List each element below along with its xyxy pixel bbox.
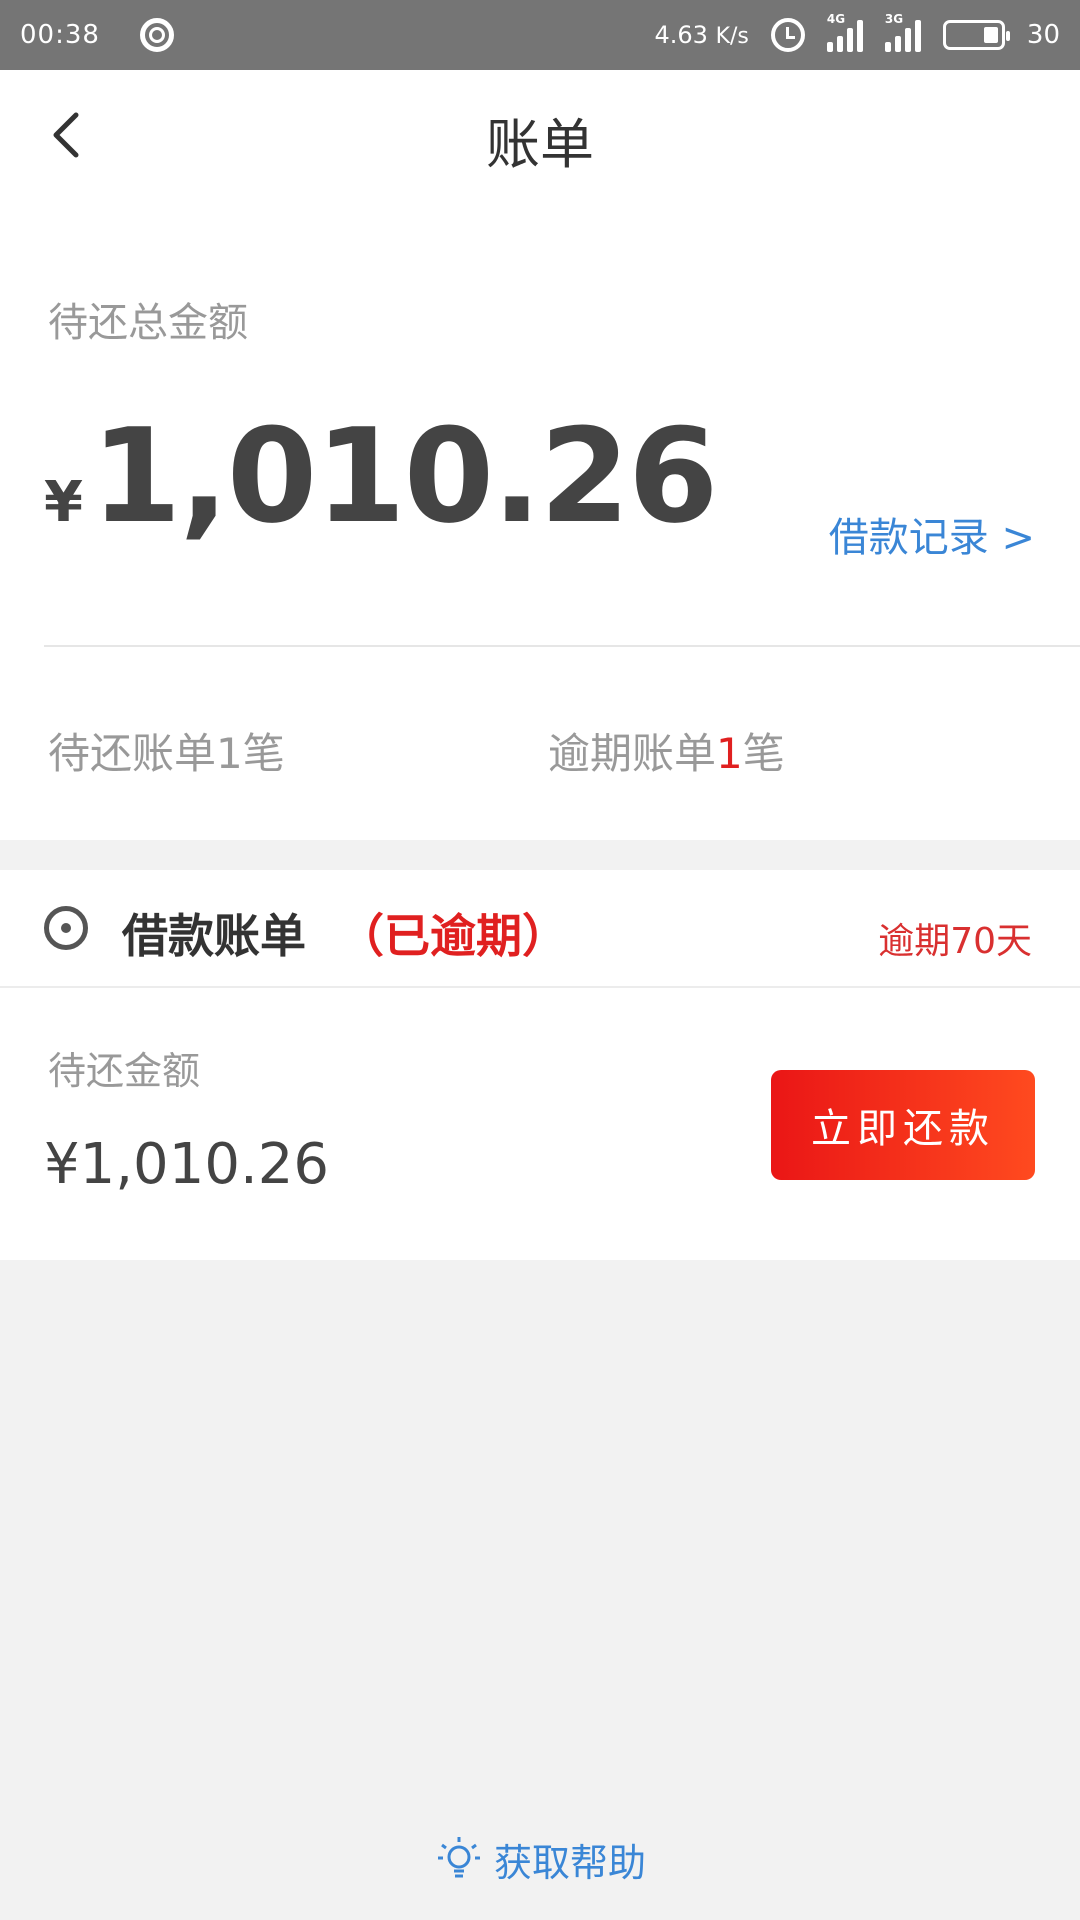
loan-records-link[interactable]: 借款记录 > (829, 505, 1035, 563)
speed-value: 4.63 (654, 21, 708, 49)
loan-bill-header: 借款账单 （已逾期） 逾期70天 (0, 870, 1080, 988)
overdue-bills-count: 逾期账单1笔 (548, 720, 785, 781)
speed-unit: K/s (715, 24, 749, 49)
overdue-bills-label: 逾期账单 (548, 729, 717, 778)
overdue-status-badge: （已逾期） (338, 909, 568, 963)
signal-4g-label: 4G (826, 12, 846, 26)
loan-bill-card: 借款账单 （已逾期） 逾期70天 待还金额 ¥1,010.26 立即还款 (0, 870, 1080, 1260)
alarm-icon (770, 18, 805, 52)
overdue-bills-number: 1 (716, 729, 743, 778)
get-help-label: 获取帮助 (493, 1841, 646, 1885)
due-amount-label: 待还金额 (48, 1049, 201, 1093)
total-amount-row: ¥ 1,010.26 (44, 400, 718, 552)
pending-bills-number: 1 (216, 729, 243, 778)
bill-summary: 待还总金额 ¥ 1,010.26 借款记录 > 待还账单1笔 逾期账单1笔 (0, 200, 1080, 840)
signal-4g-icon: 4G (826, 12, 863, 52)
get-help-link[interactable]: 获取帮助 (0, 1832, 1080, 1887)
page-title: 账单 (486, 113, 594, 176)
lightbulb-icon (434, 1833, 484, 1887)
due-amount: ¥1,010.26 (44, 1132, 330, 1197)
netease-music-icon (139, 18, 174, 52)
divider (44, 645, 1080, 647)
status-right: 4.63 K/s 4G 3G 30 (655, 12, 1060, 52)
repay-now-button[interactable]: 立即还款 (771, 1070, 1035, 1180)
pending-bills-count: 待还账单1笔 (48, 720, 285, 781)
loan-bill-title: 借款账单 (122, 909, 306, 963)
pending-bills-unit: 笔 (242, 729, 285, 778)
signal-3g-label: 3G (884, 12, 904, 26)
currency-symbol: ¥ (44, 470, 83, 535)
status-time: 00:38 (20, 20, 100, 50)
header: 账单 (0, 70, 1080, 200)
signal-3g-icon: 3G (884, 12, 921, 52)
battery-level: 30 (1026, 20, 1060, 50)
radio-icon[interactable] (44, 906, 88, 950)
pending-bills-label: 待还账单 (48, 729, 217, 778)
total-due-amount: 1,010.26 (90, 400, 718, 552)
status-bar: 00:38 4.63 K/s 4G 3G 30 (0, 0, 1080, 70)
overdue-days: 逾期70天 (878, 921, 1032, 962)
network-speed: 4.63 K/s (655, 21, 749, 49)
total-due-label: 待还总金额 (48, 300, 248, 346)
battery-icon (942, 20, 1010, 50)
overdue-bills-unit: 笔 (742, 729, 785, 778)
